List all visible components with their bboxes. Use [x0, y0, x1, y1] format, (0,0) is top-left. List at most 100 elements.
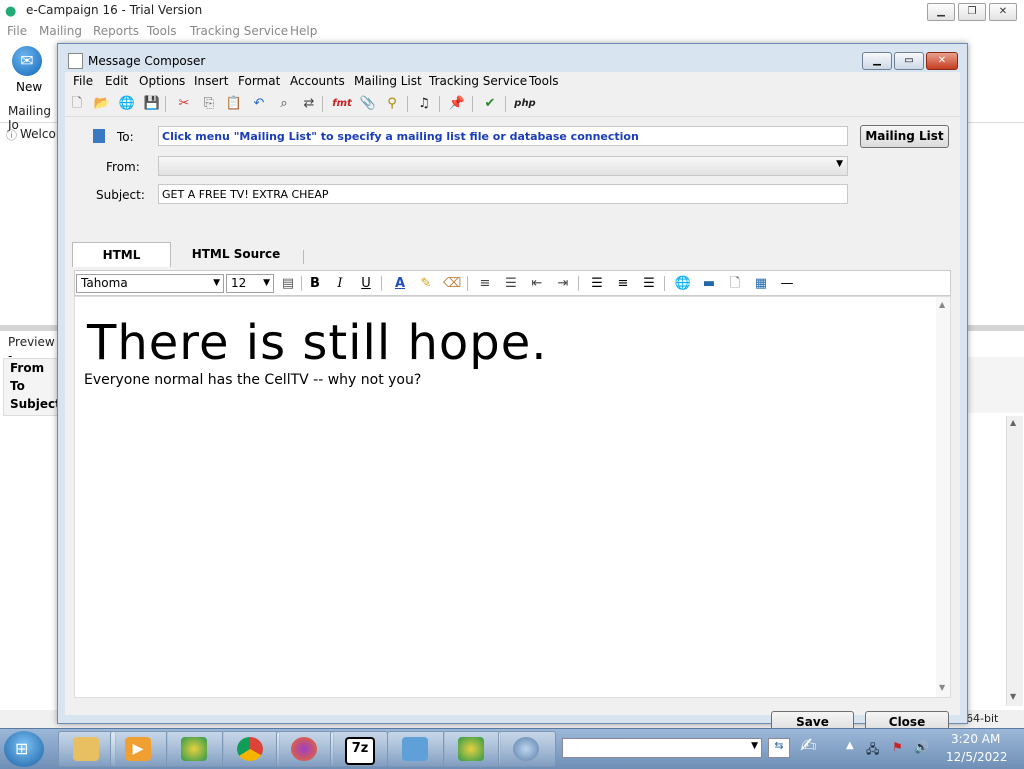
show-hidden-icons[interactable]: ▲ [846, 740, 854, 751]
preview-scrollbar[interactable]: ▲ ▼ [1006, 416, 1023, 706]
mailing-list-button[interactable]: Mailing List [860, 125, 949, 148]
php-icon[interactable]: php [512, 95, 538, 113]
composer-menu-tracking-service[interactable]: Tracking Service [429, 74, 527, 88]
taskbar-control-panel[interactable] [387, 731, 445, 767]
insert-file-icon[interactable]: 🗋 [726, 275, 744, 292]
undo-icon[interactable]: ↶ [250, 95, 268, 113]
font-name-select[interactable]: Tahoma ▼ [76, 274, 224, 293]
go-refresh-icon[interactable]: ⇆ [768, 738, 790, 758]
close-button[interactable]: ✕ [989, 3, 1017, 21]
menu-help[interactable]: Help [290, 24, 317, 38]
font-color-icon[interactable]: A [391, 275, 409, 292]
taskbar-firefox[interactable] [276, 731, 334, 767]
from-dropdown[interactable]: ▼ [158, 156, 848, 176]
new-document-icon[interactable]: 🗋 [68, 95, 86, 113]
tab-html-source-code[interactable]: HTML Source Code [175, 242, 297, 285]
music-note-icon[interactable]: ♫ [415, 95, 433, 113]
paste-icon[interactable]: 📋 [225, 95, 243, 113]
taskbar-explorer[interactable] [58, 731, 116, 767]
globe-icon[interactable]: 🌐 [118, 95, 136, 113]
replace-icon[interactable]: ⇄ [300, 95, 318, 113]
address-book-icon[interactable] [93, 129, 105, 143]
insert-table-icon[interactable]: ▦ [752, 275, 770, 292]
taskbar-chrome[interactable] [222, 731, 280, 767]
scroll-down-icon[interactable]: ▼ [1010, 692, 1016, 701]
composer-menu-bar: File Edit Options Insert Format Accounts… [65, 72, 960, 92]
editor-scrollbar[interactable]: ▲ ▼ [936, 297, 950, 697]
pin-icon[interactable]: 📌 [448, 95, 466, 113]
scroll-up-icon[interactable]: ▲ [939, 300, 945, 309]
menu-file[interactable]: File [7, 24, 27, 38]
find-binoculars-icon[interactable]: ⌕ [275, 95, 293, 113]
copy-icon[interactable]: ⎘ [200, 95, 218, 113]
font-size-select[interactable]: 12 ▼ [226, 274, 274, 293]
italic-icon[interactable]: I [331, 275, 349, 292]
composer-menu-edit[interactable]: Edit [105, 74, 128, 88]
chevron-down-icon[interactable]: ▼ [751, 741, 758, 751]
right-splitter[interactable] [966, 325, 1024, 331]
toolbar-separator [472, 96, 473, 112]
align-left-icon[interactable]: ☰ [588, 275, 606, 292]
composer-menu-file[interactable]: File [73, 74, 93, 88]
indent-icon[interactable]: ⇥ [554, 275, 572, 292]
taskbar-7zip[interactable]: 7z [330, 731, 388, 767]
eraser-icon[interactable]: ⌫ [443, 275, 461, 292]
volume-icon[interactable]: 🔊 [914, 740, 929, 754]
taskbar-ecampaign-2[interactable] [443, 731, 501, 767]
message-editor[interactable]: There is still hope. Everyone normal has… [74, 296, 951, 698]
to-field[interactable]: Click menu "Mailing List" to specify a m… [158, 126, 848, 146]
subject-field[interactable]: GET A FREE TV! EXTRA CHEAP [158, 184, 848, 204]
maximize-button[interactable]: ❐ [958, 3, 986, 21]
scroll-down-icon[interactable]: ▼ [939, 683, 945, 692]
composer-menu-mailing-list[interactable]: Mailing List [354, 74, 422, 88]
composer-close-button[interactable]: ✕ [926, 52, 958, 70]
scroll-up-icon[interactable]: ▲ [1010, 418, 1016, 427]
composer-maximize-button[interactable]: ▭ [894, 52, 924, 70]
pen-tablet-icon[interactable]: ✍ [800, 733, 817, 757]
minimize-button[interactable]: ▁ [927, 3, 955, 21]
bold-icon[interactable]: B [306, 275, 324, 292]
taskbar-network[interactable] [498, 731, 556, 767]
new-button[interactable]: ✉ New [8, 46, 48, 96]
taskbar-media-player[interactable]: ▶ [110, 731, 168, 767]
menu-tools[interactable]: Tools [147, 24, 177, 38]
save-disk-icon[interactable]: 💾 [143, 95, 161, 113]
app-logo-icon: ● [5, 4, 17, 19]
menu-reports[interactable]: Reports [93, 24, 139, 38]
open-folder-icon[interactable]: 📂 [93, 95, 111, 113]
horizontal-rule-icon[interactable]: — [778, 275, 796, 292]
outdent-icon[interactable]: ⇤ [528, 275, 546, 292]
highlight-icon[interactable]: ✎ [417, 275, 435, 292]
media-player-icon: ▶ [125, 737, 151, 761]
composer-menu-options[interactable]: Options [139, 74, 185, 88]
paragraph-format-icon[interactable]: ▤ [279, 275, 297, 292]
format-fmt-icon[interactable]: fmt [328, 95, 356, 113]
personalize-icon[interactable]: ⚲ [383, 95, 401, 113]
composer-menu-format[interactable]: Format [238, 74, 280, 88]
hyperlink-globe-icon[interactable]: 🌐 [674, 275, 692, 292]
bullet-list-icon[interactable]: ☰ [502, 275, 520, 292]
splitter[interactable] [0, 325, 58, 331]
tab-html-message[interactable]: HTML Message [72, 242, 171, 286]
taskbar-address-input[interactable]: ▼ [562, 738, 762, 758]
insert-image-icon[interactable]: ▬ [700, 275, 718, 292]
numbered-list-icon[interactable]: ≡ [476, 275, 494, 292]
menu-tracking-service[interactable]: Tracking Service [190, 24, 288, 38]
cut-icon[interactable]: ✂ [175, 95, 193, 113]
spell-check-icon[interactable]: ✔ [481, 95, 499, 113]
taskbar-ecampaign-1[interactable] [166, 731, 224, 767]
clock-time[interactable]: 3:20 AM [951, 732, 1000, 746]
menu-mailing[interactable]: Mailing [39, 24, 82, 38]
composer-menu-tools[interactable]: Tools [529, 74, 559, 88]
composer-menu-accounts[interactable]: Accounts [290, 74, 345, 88]
underline-icon[interactable]: U [357, 275, 375, 292]
clock-date[interactable]: 12/5/2022 [946, 750, 1008, 764]
composer-minimize-button[interactable]: ▁ [862, 52, 892, 70]
attachment-icon[interactable]: 📎 [359, 95, 377, 113]
align-right-icon[interactable]: ☰ [640, 275, 658, 292]
network-tray-icon[interactable]: 🖧 [866, 740, 879, 761]
start-button[interactable]: ⊞ [4, 731, 44, 767]
composer-menu-insert[interactable]: Insert [194, 74, 228, 88]
align-center-icon[interactable]: ≡ [614, 275, 632, 292]
flag-tray-icon[interactable]: ⚑ [892, 740, 903, 754]
